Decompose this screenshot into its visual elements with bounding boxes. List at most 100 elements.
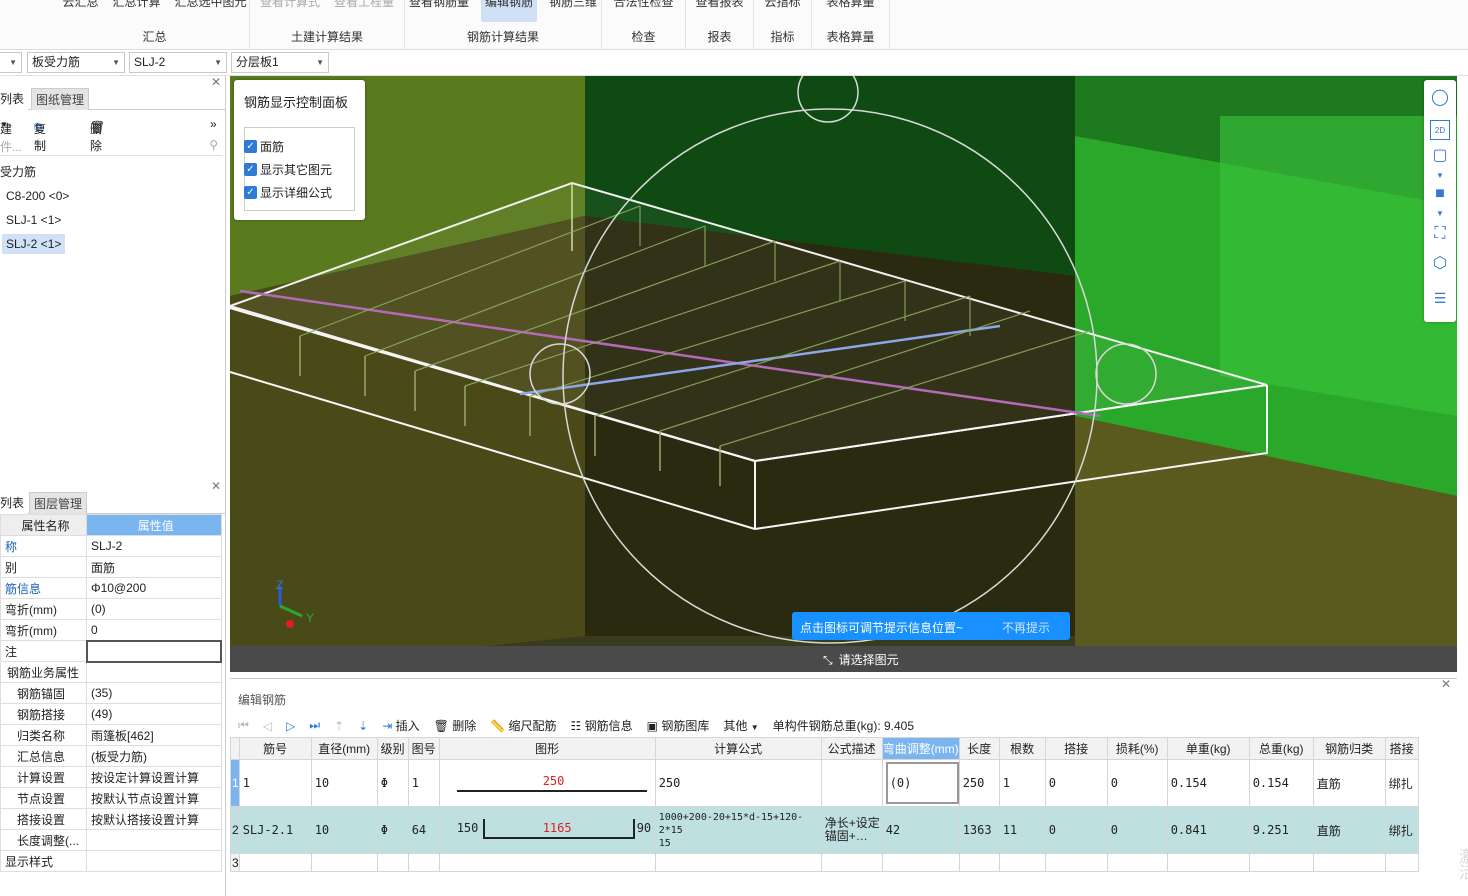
checkbox-top-rebar[interactable]: ✓ 面筋 [244, 138, 284, 155]
cell-formula[interactable]: 1000+200-20+15*d-15+120-2*15 15 [654, 806, 822, 854]
cell-grade[interactable]: Φ [376, 806, 409, 854]
isometric-icon[interactable]: ⬡ [1430, 254, 1450, 274]
search-icon[interactable]: ⚲ [209, 138, 218, 152]
cell-adjust[interactable]: (0) [881, 759, 960, 807]
cell-grade[interactable]: Φ [376, 759, 409, 807]
chevron-down-icon[interactable]: ▼ [1430, 204, 1450, 224]
summary-calc-button[interactable]: 汇总计算 [110, 0, 162, 12]
table-row[interactable]: 3 [230, 853, 1419, 872]
property-row[interactable]: 汇总信息 (板受力筋) [0, 745, 222, 767]
summary-selected-button[interactable]: 汇总选中图元 [173, 0, 249, 12]
tree-item-selected[interactable]: SLJ-2 <1> [2, 234, 66, 254]
report-icon[interactable]: ☰ [1430, 288, 1450, 308]
col-header[interactable]: 级别 [376, 737, 409, 760]
col-header[interactable]: 总重(kg) [1248, 737, 1314, 760]
property-row[interactable]: 筋信息 Φ10@200 [0, 577, 222, 599]
table-row[interactable]: 1 1 10 Φ 1 250 250 (0) 250 1 0 0 0.154 0… [230, 759, 1419, 807]
prev-icon[interactable]: ◁ [263, 719, 272, 733]
view-formula-button[interactable]: 查看计算式 [258, 0, 322, 12]
view-2d-icon[interactable]: 2D [1430, 120, 1450, 140]
element-name-select[interactable]: SLJ-2 ▼ [129, 52, 227, 73]
first-icon[interactable]: ⏮ [238, 718, 249, 733]
close-icon[interactable]: ✕ [211, 75, 221, 89]
property-row[interactable]: 弯折(mm) 0 [0, 619, 222, 641]
col-header[interactable]: 公式描述 [820, 737, 883, 760]
col-header[interactable]: 钢筋归类 [1312, 737, 1386, 760]
cell-lap[interactable]: 0 [1044, 759, 1108, 807]
cell-length[interactable]: 250 [958, 759, 1000, 807]
cell-name[interactable]: 1 [238, 759, 312, 807]
property-value[interactable]: SLJ-2 [86, 535, 222, 557]
floor-select[interactable]: ▼ [0, 52, 22, 73]
cell-diameter[interactable]: 10 [310, 806, 378, 854]
move-up-icon[interactable]: ⇡ [334, 719, 344, 733]
element-type-select[interactable]: 板受力筋 ▼ [27, 52, 125, 73]
property-value[interactable]: 按默认搭接设置计算 [86, 808, 222, 830]
property-row[interactable]: 归类名称 雨篷板[462] [0, 724, 222, 746]
cell-shape[interactable]: 150 1165 90 [438, 806, 656, 854]
cell-shape[interactable]: 250 [438, 759, 656, 807]
property-value[interactable] [86, 829, 222, 851]
scene-canvas[interactable] [230, 76, 1457, 672]
property-value[interactable]: 按设定计算设置计算 [86, 766, 222, 788]
delete-button[interactable]: 🗑 删除 [434, 717, 477, 734]
dismiss-hint-link[interactable]: 不再提示 [1002, 619, 1050, 636]
col-header[interactable]: 损耗(%) [1106, 737, 1168, 760]
col-header[interactable]: 图形 [438, 737, 656, 760]
cell-length[interactable]: 1363 [958, 806, 1000, 854]
property-row[interactable]: 搭接设置 按默认搭接设置计算 [0, 808, 222, 830]
property-value[interactable]: 雨篷板[462] [86, 724, 222, 746]
col-header[interactable]: 搭接 [1044, 737, 1108, 760]
last-icon[interactable]: ⏭ [309, 718, 320, 733]
property-row[interactable]: 弯折(mm) (0) [0, 598, 222, 620]
cell-unit-weight[interactable]: 0.841 [1166, 806, 1250, 854]
close-icon[interactable]: ✕ [1441, 677, 1451, 691]
close-icon[interactable]: ✕ [211, 479, 221, 493]
property-row[interactable]: 钢筋搭接 (49) [0, 703, 222, 725]
checkbox-show-formula[interactable]: ✓ 显示详细公式 [244, 184, 332, 201]
table-row[interactable]: 2 SLJ-2.1 10 Φ 64 150 1165 90 1000+200-2… [230, 806, 1419, 854]
cell-adjust[interactable]: 42 [881, 806, 960, 854]
layer-select[interactable]: 分层板1 ▼ [231, 52, 329, 73]
cell-class[interactable]: 直筋 [1312, 806, 1386, 854]
row-number[interactable]: 3 [230, 853, 240, 872]
cloud-index-button[interactable]: 云指标 [762, 0, 802, 12]
validity-check-button[interactable]: 合法性检查 [611, 0, 675, 12]
cell-figure-no[interactable]: 64 [407, 806, 440, 854]
property-value[interactable] [86, 850, 222, 872]
cell-count[interactable]: 1 [998, 759, 1046, 807]
property-row[interactable]: 计算设置 按设定计算设置计算 [0, 766, 222, 788]
more-icon[interactable]: » [210, 117, 217, 131]
insert-button[interactable]: ⇥ 插入 [382, 717, 419, 734]
property-value[interactable] [86, 661, 222, 683]
property-value[interactable]: (35) [86, 682, 222, 704]
edit-rebar-button[interactable]: 编辑钢筋 [480, 0, 537, 22]
cell-loss[interactable]: 0 [1106, 759, 1168, 807]
property-value[interactable]: 0 [86, 619, 222, 641]
rebar-library-button[interactable]: ▣ 钢筋图库 [647, 717, 710, 734]
fullscreen-icon[interactable]: ⛶ [1430, 224, 1450, 244]
tab-list[interactable]: 列表 [0, 492, 29, 514]
checkbox-show-others[interactable]: ✓ 显示其它图元 [244, 161, 332, 178]
tree-item[interactable]: SLJ-1 <1> [2, 210, 65, 230]
tab-layer-manage[interactable]: 图层管理 [29, 492, 88, 514]
cell-total-weight[interactable]: 0.154 [1248, 759, 1314, 807]
view-3d-icon[interactable]: ▢ [1430, 146, 1450, 166]
col-header[interactable]: 弯曲调整(mm) [881, 737, 960, 760]
property-row[interactable]: 长度调整(... [0, 829, 222, 851]
cell-name[interactable]: SLJ-2.1 [238, 806, 312, 854]
cell-figure-no[interactable]: 1 [407, 759, 440, 807]
property-row[interactable]: 节点设置 按默认节点设置计算 [0, 787, 222, 809]
property-row[interactable]: 别面筋 [0, 556, 222, 578]
property-value[interactable]: 按默认节点设置计算 [86, 787, 222, 809]
cell-formula[interactable]: 250 [654, 759, 822, 807]
property-value[interactable] [85, 639, 222, 663]
tab-list[interactable]: 列表 [0, 88, 29, 110]
view-quantity-button[interactable]: 查看工程量 [332, 0, 396, 12]
tab-drawing-manage[interactable]: 图纸管理 [31, 88, 90, 110]
property-value[interactable]: 面筋 [86, 556, 222, 578]
cube-icon[interactable]: ■ [1430, 184, 1450, 204]
property-value[interactable]: (板受力筋) [86, 745, 222, 767]
adjust-input[interactable]: (0) [885, 762, 959, 804]
rebar-3d-button[interactable]: 钢筋三维 [547, 0, 599, 12]
